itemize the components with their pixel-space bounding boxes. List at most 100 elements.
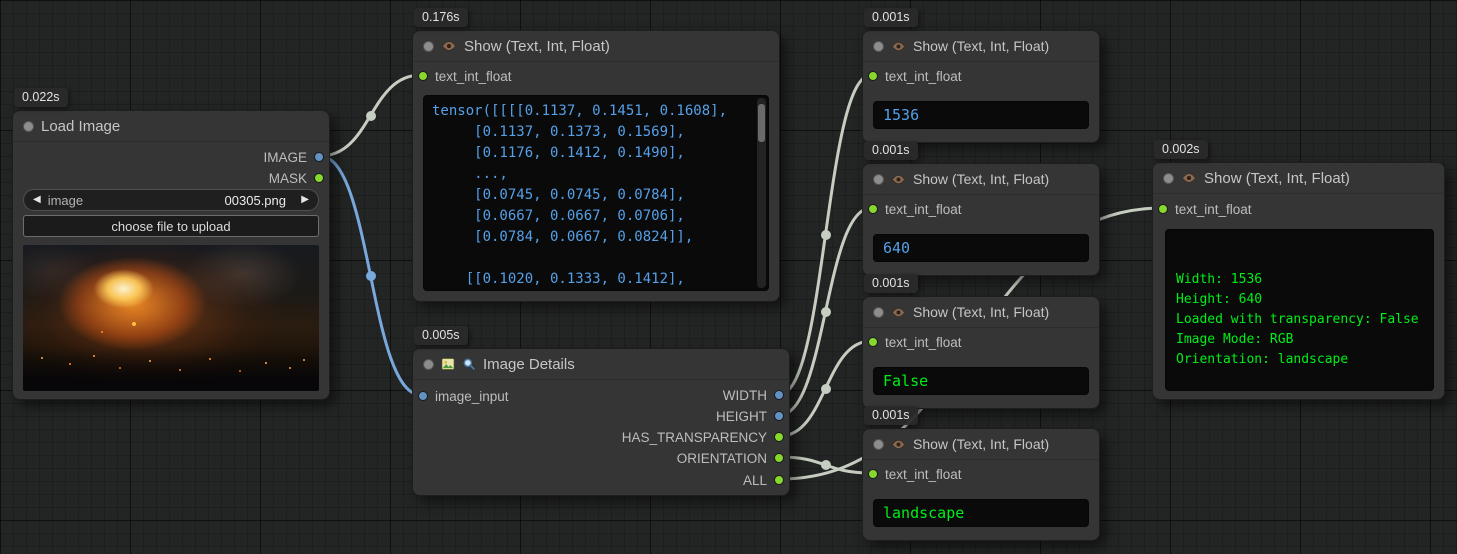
node-show-tensor[interactable]: 0.176s Show (Text, Int, Float) text_int_…	[412, 30, 780, 302]
combo-value: 00305.png	[225, 193, 286, 208]
node-show-all[interactable]: 0.002s Show (Text, Int, Float) text_int_…	[1152, 162, 1445, 400]
node-title-bar[interactable]: Show (Text, Int, Float)	[863, 297, 1099, 328]
input-slot-image-input[interactable]: image_input	[418, 387, 509, 405]
output-slot-has-transparency[interactable]: HAS_TRANSPARENCY	[622, 428, 784, 446]
input-label: text_int_float	[435, 69, 512, 84]
input-label: image_input	[435, 389, 509, 404]
node-title-bar[interactable]: Show (Text, Int, Float)	[863, 31, 1099, 62]
node-title-bar[interactable]: Show (Text, Int, Float)	[863, 164, 1099, 195]
output-slot-width[interactable]: WIDTH	[723, 386, 784, 404]
output-slot-image[interactable]: IMAGE	[263, 148, 324, 166]
node-title: Show (Text, Int, Float)	[913, 171, 1049, 187]
output-slot-all[interactable]: ALL	[743, 471, 784, 489]
input-port[interactable]	[418, 71, 428, 81]
value-text: False	[883, 368, 928, 395]
input-port[interactable]	[868, 337, 878, 347]
node-title: Load Image	[41, 118, 120, 135]
input-slot-text-int-float[interactable]: text_int_float	[868, 200, 962, 218]
value-text: landscape	[883, 500, 964, 527]
input-slot-text-int-float[interactable]: text_int_float	[418, 67, 512, 85]
eye-icon	[891, 39, 906, 54]
collapse-dot[interactable]	[423, 359, 434, 370]
wire-dot	[821, 384, 831, 394]
output-label: HEIGHT	[716, 409, 767, 424]
picture-icon	[441, 357, 455, 371]
node-title: Show (Text, Int, Float)	[913, 38, 1049, 54]
choose-file-button[interactable]: choose file to upload	[23, 215, 319, 237]
output-port-height[interactable]	[774, 411, 784, 421]
value-text: 640	[883, 235, 910, 262]
combo-next-icon[interactable]: ▶	[301, 195, 309, 205]
image-preview	[23, 245, 319, 391]
output-port-width[interactable]	[774, 390, 784, 400]
node-title-bar[interactable]: Show (Text, Int, Float)	[1153, 163, 1444, 194]
output-port-all[interactable]	[774, 475, 784, 485]
execution-time-badge: 0.022s	[14, 88, 68, 107]
scrollbar-thumb[interactable]	[758, 104, 765, 142]
wire-dot	[821, 307, 831, 317]
node-title-bar[interactable]: Load Image	[13, 111, 329, 142]
tensor-text-widget[interactable]: tensor([[[[0.1137, 0.1451, 0.1608], [0.1…	[423, 95, 769, 291]
output-port-image[interactable]	[314, 152, 324, 162]
value-text: 1536	[883, 102, 919, 129]
output-slot-height[interactable]: HEIGHT	[716, 407, 784, 425]
node-show-orientation[interactable]: 0.001s Show (Text, Int, Float) text_int_…	[862, 428, 1100, 541]
combo-prev-icon[interactable]: ◀	[33, 195, 41, 205]
node-image-details[interactable]: 0.005s Image Details image_input WIDTH H…	[412, 348, 790, 496]
collapse-dot[interactable]	[1163, 173, 1174, 184]
collapse-dot[interactable]	[873, 41, 884, 52]
output-slot-orientation[interactable]: ORIENTATION	[677, 449, 784, 467]
all-info-text-widget[interactable]: Width: 1536 Height: 640 Loaded with tran…	[1165, 229, 1434, 391]
collapse-dot[interactable]	[423, 41, 434, 52]
node-show-transparency[interactable]: 0.001s Show (Text, Int, Float) text_int_…	[862, 296, 1100, 409]
collapse-dot[interactable]	[873, 174, 884, 185]
wire-dot	[366, 111, 376, 121]
image-file-combo[interactable]: ◀ image 00305.png ▶	[23, 189, 319, 211]
node-load-image[interactable]: 0.022s Load Image IMAGE MASK ◀ image 003…	[12, 110, 330, 400]
node-show-width[interactable]: 0.001s Show (Text, Int, Float) text_int_…	[862, 30, 1100, 143]
output-label: ORIENTATION	[677, 451, 767, 466]
input-port[interactable]	[868, 469, 878, 479]
execution-time-badge: 0.001s	[864, 8, 918, 27]
wire-dot	[821, 230, 831, 240]
output-label: WIDTH	[723, 388, 767, 403]
input-label: text_int_float	[885, 335, 962, 350]
eye-icon	[891, 172, 906, 187]
output-label: IMAGE	[263, 150, 307, 165]
output-port-has-transparency[interactable]	[774, 432, 784, 442]
execution-time-badge: 0.176s	[414, 8, 468, 27]
node-show-height[interactable]: 0.001s Show (Text, Int, Float) text_int_…	[862, 163, 1100, 276]
node-title-bar[interactable]: Show (Text, Int, Float)	[413, 31, 779, 62]
value-text-widget[interactable]: False	[873, 367, 1089, 395]
input-slot-text-int-float[interactable]: text_int_float	[868, 333, 962, 351]
node-title-bar[interactable]: Image Details	[413, 349, 789, 380]
collapse-dot[interactable]	[873, 439, 884, 450]
value-text-widget[interactable]: landscape	[873, 499, 1089, 527]
output-port-orientation[interactable]	[774, 453, 784, 463]
execution-time-badge: 0.001s	[864, 141, 918, 160]
eye-icon	[441, 38, 457, 54]
output-port-mask[interactable]	[314, 173, 324, 183]
execution-time-badge: 0.002s	[1154, 140, 1208, 159]
output-slot-mask[interactable]: MASK	[269, 169, 324, 187]
value-text-widget[interactable]: 1536	[873, 101, 1089, 129]
node-title-bar[interactable]: Show (Text, Int, Float)	[863, 429, 1099, 460]
input-port[interactable]	[868, 204, 878, 214]
magnifier-icon	[462, 357, 476, 371]
eye-icon	[891, 305, 906, 320]
input-port[interactable]	[1158, 204, 1168, 214]
value-text-widget[interactable]: 640	[873, 234, 1089, 262]
input-slot-text-int-float[interactable]: text_int_float	[868, 67, 962, 85]
scrollbar[interactable]	[757, 98, 766, 288]
output-label: ALL	[743, 473, 767, 488]
node-title: Show (Text, Int, Float)	[464, 38, 610, 55]
input-slot-text-int-float[interactable]: text_int_float	[868, 465, 962, 483]
node-title: Show (Text, Int, Float)	[1204, 170, 1350, 187]
collapse-dot[interactable]	[23, 121, 34, 132]
input-slot-text-int-float[interactable]: text_int_float	[1158, 200, 1252, 218]
execution-time-badge: 0.001s	[864, 406, 918, 425]
input-port[interactable]	[418, 391, 428, 401]
input-port[interactable]	[868, 71, 878, 81]
node-title: Show (Text, Int, Float)	[913, 436, 1049, 452]
collapse-dot[interactable]	[873, 307, 884, 318]
